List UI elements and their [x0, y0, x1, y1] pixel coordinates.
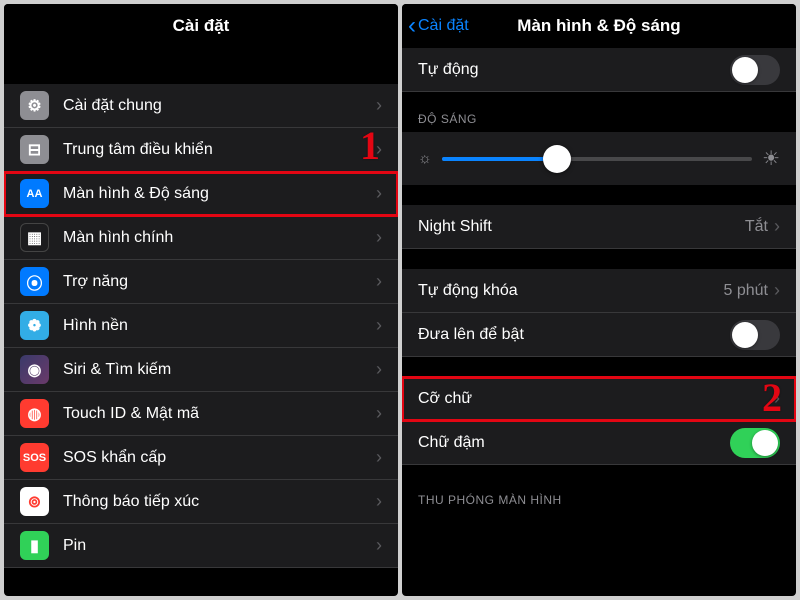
row-label: Thông báo tiếp xúc: [63, 493, 376, 511]
settings-row[interactable]: ❁ Hình nền›: [4, 304, 398, 348]
row-label: Trung tâm điều khiển: [63, 141, 376, 159]
row-label: Cỡ chữ: [418, 390, 774, 408]
chevron-right-icon: ›: [376, 183, 382, 204]
toggle-raise[interactable]: [730, 320, 780, 350]
grid-icon: ▦: [20, 223, 49, 252]
brightness-slider[interactable]: [442, 157, 752, 161]
row-label: Cài đặt chung: [63, 97, 376, 115]
row-detail: 5 phút: [724, 282, 768, 300]
row-label: Hình nền: [63, 317, 376, 335]
row-label: Touch ID & Mật mã: [63, 405, 376, 423]
chevron-right-icon: ›: [376, 227, 382, 248]
settings-row[interactable]: ⚙ Cài đặt chung›: [4, 84, 398, 128]
settings-root-pane: Cài đặt ⚙Cài đặt chung›⊟Trung tâm điều k…: [4, 4, 398, 596]
row-label: Tự động khóa: [418, 282, 724, 300]
chevron-right-icon: ›: [376, 315, 382, 336]
row-label: Pin: [63, 537, 376, 555]
gear-icon: ⚙: [20, 91, 49, 120]
back-label: Cài đặt: [418, 17, 469, 35]
settings-row[interactable]: ▮ Pin›: [4, 524, 398, 568]
chevron-right-icon: ›: [376, 95, 382, 116]
display-brightness-pane: ‹ Cài đặt Màn hình & Độ sáng Tự động ĐỘ …: [402, 4, 796, 596]
toggle-bold[interactable]: [730, 428, 780, 458]
row-auto-lock[interactable]: Tự động khóa 5 phút ›: [402, 269, 796, 313]
toggle-auto[interactable]: [730, 55, 780, 85]
sun-large-icon: ☀: [762, 146, 780, 171]
person-icon: ⦿: [20, 267, 49, 296]
chevron-right-icon: ›: [376, 271, 382, 292]
row-night-shift[interactable]: Night Shift Tắt ›: [402, 205, 796, 249]
settings-row[interactable]: ▦ Màn hình chính›: [4, 216, 398, 260]
SOS-icon: SOS: [20, 443, 49, 472]
chevron-right-icon: ›: [774, 280, 780, 301]
chevron-right-icon: ›: [376, 491, 382, 512]
row-label: Chữ đậm: [418, 434, 730, 452]
flower-icon: ❁: [20, 311, 49, 340]
row-bold-text[interactable]: Chữ đậm: [402, 421, 796, 465]
page-title: Cài đặt: [173, 16, 230, 36]
battery-icon: ▮: [20, 531, 49, 560]
row-label: SOS khẩn cấp: [63, 449, 376, 467]
row-label: Đưa lên để bật: [418, 326, 730, 344]
settings-row[interactable]: ⦿ Trợ năng›: [4, 260, 398, 304]
settings-row[interactable]: ⊚ Thông báo tiếp xúc›: [4, 480, 398, 524]
settings-row[interactable]: ⊟Trung tâm điều khiển›: [4, 128, 398, 172]
back-button[interactable]: ‹ Cài đặt: [408, 4, 469, 48]
finger-icon: ◍: [20, 399, 49, 428]
page-title: Màn hình & Độ sáng: [517, 16, 680, 36]
row-label: Tự động: [418, 61, 730, 79]
row-label: Màn hình chính: [63, 229, 376, 247]
chevron-right-icon: ›: [376, 359, 382, 380]
settings-row[interactable]: ◉ Siri & Tìm kiếm›: [4, 348, 398, 392]
settings-row[interactable]: AA Màn hình & Độ sáng›: [4, 172, 398, 216]
settings-row[interactable]: ◍ Touch ID & Mật mã›: [4, 392, 398, 436]
section-brightness: ĐỘ SÁNG: [402, 112, 796, 132]
chevron-left-icon: ‹: [408, 14, 416, 38]
siri-icon: ◉: [20, 355, 49, 384]
callout-1: 1: [360, 122, 380, 169]
chevron-right-icon: ›: [376, 403, 382, 424]
exposure-icon: ⊚: [20, 487, 49, 516]
navbar-right: ‹ Cài đặt Màn hình & Độ sáng: [402, 4, 796, 48]
settings-row[interactable]: SOS SOS khẩn cấp›: [4, 436, 398, 480]
row-label: Siri & Tìm kiếm: [63, 361, 376, 379]
row-raise-to-wake[interactable]: Đưa lên để bật: [402, 313, 796, 357]
sliders-icon: ⊟: [20, 135, 49, 164]
callout-2: 2: [762, 374, 782, 421]
row-text-size[interactable]: Cỡ chữ ›: [402, 377, 796, 421]
navbar-left: Cài đặt: [4, 4, 398, 48]
row-label: Màn hình & Độ sáng: [63, 185, 376, 203]
chevron-right-icon: ›: [376, 447, 382, 468]
chevron-right-icon: ›: [376, 535, 382, 556]
row-label: Trợ năng: [63, 273, 376, 291]
chevron-right-icon: ›: [774, 216, 780, 237]
row-label: Night Shift: [418, 218, 745, 236]
AA-icon: AA: [20, 179, 49, 208]
row-detail: Tắt: [745, 218, 768, 236]
brightness-slider-row: ☼ ☀: [402, 132, 796, 185]
row-auto[interactable]: Tự động: [402, 48, 796, 92]
sun-small-icon: ☼: [418, 150, 432, 167]
section-zoom: THU PHÓNG MÀN HÌNH: [402, 493, 796, 513]
